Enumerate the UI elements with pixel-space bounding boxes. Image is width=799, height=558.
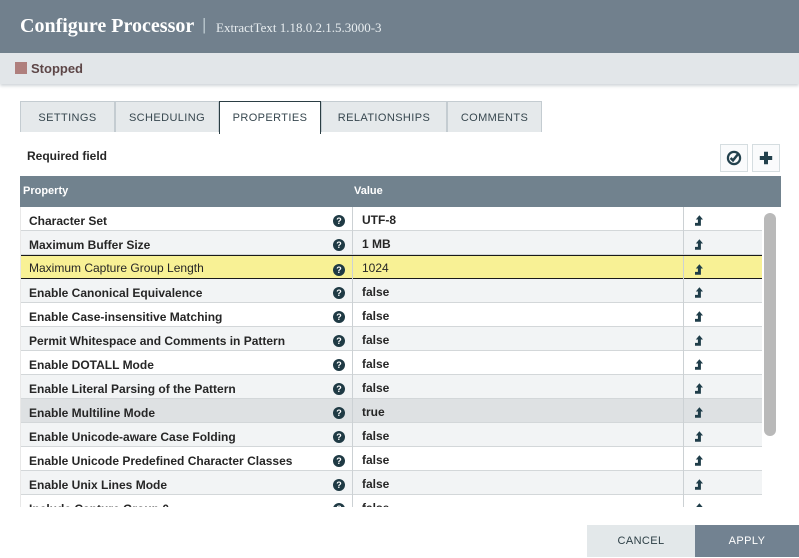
svg-text:?: ? xyxy=(336,240,342,250)
svg-text:?: ? xyxy=(336,480,342,490)
svg-text:?: ? xyxy=(336,288,342,298)
svg-text:?: ? xyxy=(336,312,342,322)
svg-text:?: ? xyxy=(336,408,342,418)
svg-text:?: ? xyxy=(336,216,342,226)
svg-text:?: ? xyxy=(336,432,342,442)
svg-text:?: ? xyxy=(336,504,342,507)
svg-text:?: ? xyxy=(336,384,342,394)
svg-text:?: ? xyxy=(336,265,342,275)
svg-text:?: ? xyxy=(336,456,342,466)
svg-text:?: ? xyxy=(336,336,342,346)
svg-text:?: ? xyxy=(336,360,342,370)
